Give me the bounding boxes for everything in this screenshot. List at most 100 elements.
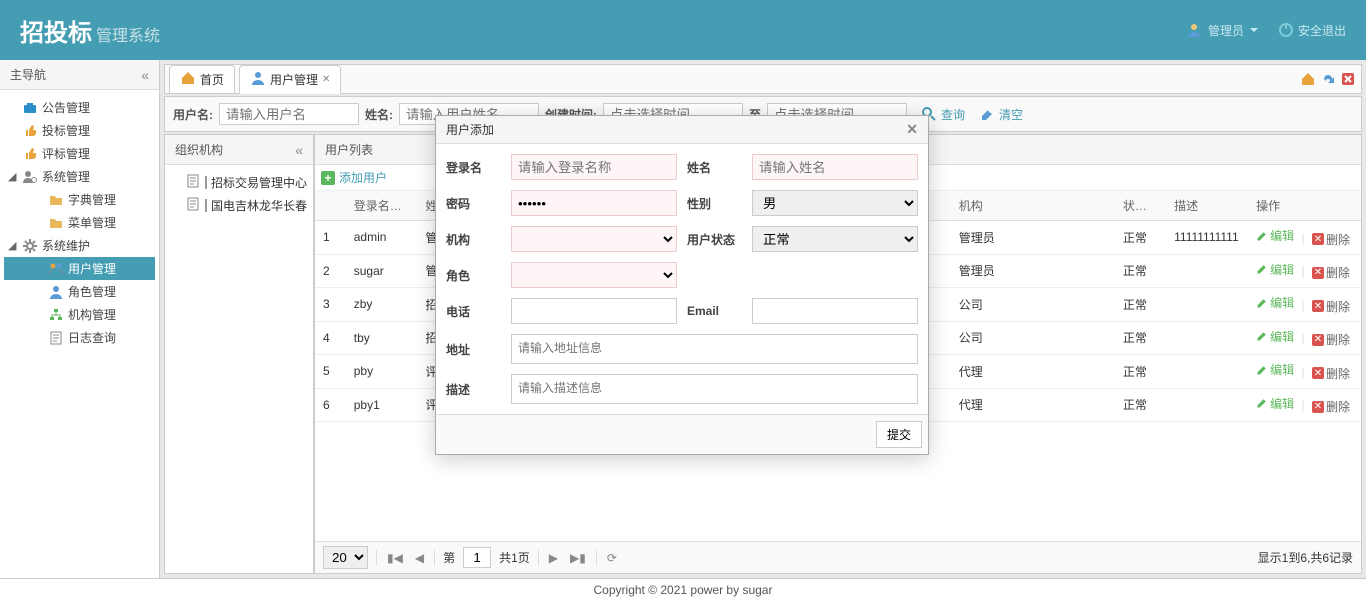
- sex-label: 性别: [687, 195, 742, 212]
- desc-input[interactable]: [511, 374, 918, 404]
- tab-undo-icon[interactable]: [1319, 70, 1337, 88]
- clear-button[interactable]: 清空: [979, 106, 1023, 123]
- logout-button[interactable]: 安全退出: [1278, 22, 1346, 39]
- tab-用户管理[interactable]: 用户管理✕: [239, 65, 341, 94]
- caret-down-icon: [1250, 28, 1258, 32]
- tree-toggle-icon: ◢: [8, 239, 18, 252]
- pager-page-prefix: 第: [443, 549, 455, 566]
- delete-button[interactable]: ✕删除: [1312, 264, 1350, 281]
- close-icon[interactable]: ✕: [322, 74, 330, 85]
- checkbox[interactable]: [205, 199, 207, 212]
- tab-label: 首页: [200, 71, 224, 88]
- nav-item-菜单管理[interactable]: 菜单管理: [4, 211, 155, 234]
- tab-actions: [1299, 70, 1357, 88]
- user-gear-icon: [22, 169, 38, 185]
- pager-refresh-icon[interactable]: ⟳: [605, 551, 619, 565]
- nav-item-角色管理[interactable]: 角色管理: [4, 280, 155, 303]
- nav-item-评标管理[interactable]: 评标管理: [4, 142, 155, 165]
- modal-header[interactable]: 用户添加 ✕: [436, 116, 928, 144]
- edit-button[interactable]: 编辑: [1256, 227, 1294, 244]
- collapse-icon[interactable]: «: [141, 67, 149, 83]
- role-select[interactable]: [511, 262, 677, 288]
- tab-首页[interactable]: 首页: [169, 65, 235, 94]
- col-desc[interactable]: 描述: [1166, 191, 1248, 221]
- name-label: 姓名: [687, 159, 742, 176]
- add-user-modal: 用户添加 ✕ 登录名 姓名 密码 性别 男 机构 用户状态 正常 角色 电话 E…: [435, 115, 929, 455]
- nav-label: 字典管理: [68, 191, 116, 208]
- col-ops: 操作: [1248, 191, 1361, 221]
- org-label: 国电吉林龙华长春: [211, 197, 307, 214]
- tel-input[interactable]: [511, 298, 677, 324]
- pager-prev-icon[interactable]: ◀: [413, 551, 426, 565]
- edit-button[interactable]: 编辑: [1256, 328, 1294, 345]
- delete-button[interactable]: ✕删除: [1312, 398, 1350, 415]
- nav-item-系统管理[interactable]: ◢系统管理: [4, 165, 155, 188]
- folder-icon: [48, 192, 64, 208]
- logo-sub: 管理系统: [96, 22, 160, 46]
- pwd-label: 密码: [446, 195, 501, 212]
- edit-button[interactable]: 编辑: [1256, 261, 1294, 278]
- name-input[interactable]: [752, 154, 918, 180]
- col-status[interactable]: 状态▲▼: [1115, 191, 1166, 221]
- org-item[interactable]: 国电吉林龙华长春: [171, 194, 307, 217]
- org-panel-title: 组织机构: [175, 141, 223, 158]
- tab-close-all-icon[interactable]: [1339, 70, 1357, 88]
- tree-toggle-icon: ◢: [8, 170, 18, 183]
- folder-icon: [48, 215, 64, 231]
- user-menu[interactable]: 管理员: [1186, 22, 1258, 39]
- pager-first-icon[interactable]: ▮◀: [385, 551, 405, 565]
- state-select[interactable]: 正常: [752, 226, 918, 252]
- email-input[interactable]: [752, 298, 918, 324]
- edit-button[interactable]: 编辑: [1256, 294, 1294, 311]
- cell-login: tby: [346, 321, 418, 355]
- pager-last-icon[interactable]: ▶▮: [568, 551, 588, 565]
- org-item[interactable]: 招标交易管理中心: [171, 171, 307, 194]
- login-input[interactable]: [511, 154, 677, 180]
- nav-item-字典管理[interactable]: 字典管理: [4, 188, 155, 211]
- edit-button[interactable]: 编辑: [1256, 395, 1294, 412]
- users-icon: [48, 261, 64, 277]
- cell-login: pby: [346, 355, 418, 389]
- delete-button[interactable]: ✕删除: [1312, 231, 1350, 248]
- nav-label: 角色管理: [68, 283, 116, 300]
- nav-item-用户管理[interactable]: 用户管理: [4, 257, 155, 280]
- delete-button[interactable]: ✕删除: [1312, 365, 1350, 382]
- cell-status: 正常: [1115, 254, 1166, 288]
- sex-select[interactable]: 男: [752, 190, 918, 216]
- org-tree: 招标交易管理中心国电吉林龙华长春: [165, 165, 313, 573]
- cell-ops: 编辑 | ✕删除: [1248, 388, 1361, 422]
- col-org[interactable]: 机构: [951, 191, 1115, 221]
- modal-title: 用户添加: [446, 121, 494, 138]
- submit-button[interactable]: 提交: [876, 421, 922, 448]
- nav-item-公告管理[interactable]: 公告管理: [4, 96, 155, 119]
- nav-item-系统维护[interactable]: ◢系统维护: [4, 234, 155, 257]
- delete-button[interactable]: ✕删除: [1312, 331, 1350, 348]
- nav-label: 公告管理: [42, 99, 90, 116]
- add-user-button[interactable]: + 添加用户: [321, 169, 387, 186]
- org-collapse-icon[interactable]: «: [295, 142, 303, 158]
- org-select[interactable]: [511, 226, 677, 252]
- col-login[interactable]: 登录名▲▼: [346, 191, 418, 221]
- cell-desc: [1166, 321, 1248, 355]
- delete-button[interactable]: ✕删除: [1312, 298, 1350, 315]
- addr-input[interactable]: [511, 334, 918, 364]
- edit-button[interactable]: 编辑: [1256, 361, 1294, 378]
- pager-next-icon[interactable]: ▶: [547, 551, 560, 565]
- modal-footer: 提交: [436, 414, 928, 454]
- nav-item-机构管理[interactable]: 机构管理: [4, 303, 155, 326]
- pager-controls: 20 ▮◀ ◀ 第 共1页 ▶ ▶▮ ⟳: [323, 546, 619, 569]
- page-size-select[interactable]: 20: [323, 546, 368, 569]
- search-user-input[interactable]: [219, 103, 359, 125]
- modal-close-icon[interactable]: ✕: [906, 121, 918, 138]
- nav-label: 日志查询: [68, 329, 116, 346]
- pager-page-input[interactable]: [463, 547, 491, 568]
- cell-org: 代理: [951, 355, 1115, 389]
- nav-item-投标管理[interactable]: 投标管理: [4, 119, 155, 142]
- nav-item-日志查询[interactable]: 日志查询: [4, 326, 155, 349]
- footer: Copyright © 2021 power by sugar: [0, 578, 1366, 603]
- header-actions: 管理员 安全退出: [1186, 22, 1346, 39]
- checkbox[interactable]: [205, 176, 207, 189]
- cell-status: 正常: [1115, 355, 1166, 389]
- tab-home-icon[interactable]: [1299, 70, 1317, 88]
- pwd-input[interactable]: [511, 190, 677, 216]
